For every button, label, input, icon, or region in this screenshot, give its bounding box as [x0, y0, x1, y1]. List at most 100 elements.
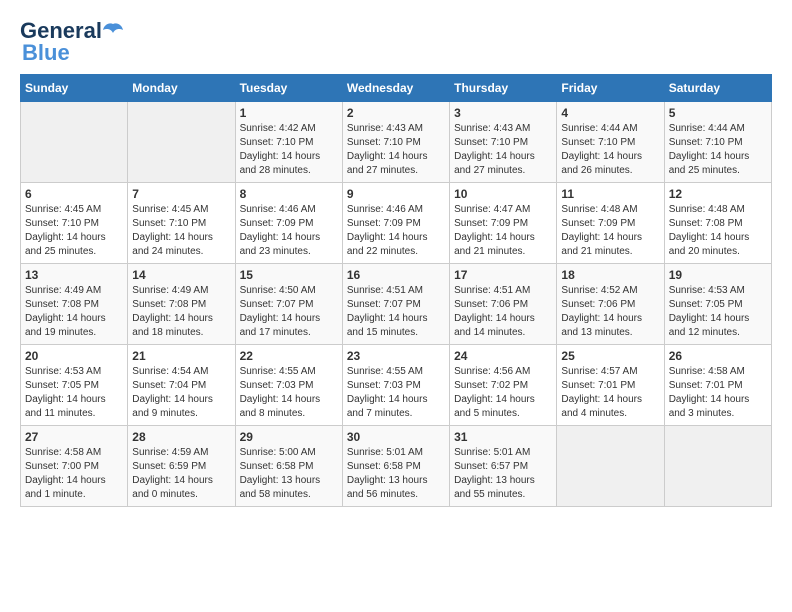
- calendar-week-3: 13Sunrise: 4:49 AM Sunset: 7:08 PM Dayli…: [21, 264, 772, 345]
- day-info: Sunrise: 4:44 AM Sunset: 7:10 PM Dayligh…: [669, 122, 767, 178]
- day-info: Sunrise: 4:57 AM Sunset: 7:01 PM Dayligh…: [561, 365, 659, 421]
- calendar-cell: 29 Sunrise: 5:00 AM Sunset: 6:58 PM Dayli…: [235, 426, 342, 507]
- calendar-cell: 20 Sunrise: 4:53 AM Sunset: 7:05 PM Dayli…: [21, 345, 128, 426]
- day-number: 17: [454, 268, 552, 282]
- calendar-cell: 6 Sunrise: 4:45 AM Sunset: 7:10 PM Daylig…: [21, 183, 128, 264]
- day-info: Sunrise: 4:58 AM Sunset: 7:00 PM Dayligh…: [25, 446, 123, 502]
- day-info: Sunrise: 4:49 AM Sunset: 7:08 PM Dayligh…: [132, 284, 230, 340]
- day-number: 30: [347, 430, 445, 444]
- calendar-cell: 7 Sunrise: 4:45 AM Sunset: 7:10 PM Daylig…: [128, 183, 235, 264]
- day-info: Sunrise: 4:46 AM Sunset: 7:09 PM Dayligh…: [347, 203, 445, 259]
- calendar-cell: 22 Sunrise: 4:55 AM Sunset: 7:03 PM Dayli…: [235, 345, 342, 426]
- day-number: 3: [454, 106, 552, 120]
- day-info: Sunrise: 4:55 AM Sunset: 7:03 PM Dayligh…: [240, 365, 338, 421]
- calendar-cell: 24 Sunrise: 4:56 AM Sunset: 7:02 PM Dayli…: [450, 345, 557, 426]
- calendar-cell: 15 Sunrise: 4:50 AM Sunset: 7:07 PM Dayli…: [235, 264, 342, 345]
- day-info: Sunrise: 5:01 AM Sunset: 6:58 PM Dayligh…: [347, 446, 445, 502]
- header-tuesday: Tuesday: [235, 75, 342, 102]
- calendar-cell: 4 Sunrise: 4:44 AM Sunset: 7:10 PM Daylig…: [557, 102, 664, 183]
- calendar-table: SundayMondayTuesdayWednesdayThursdayFrid…: [20, 74, 772, 507]
- calendar-cell: 2 Sunrise: 4:43 AM Sunset: 7:10 PM Daylig…: [342, 102, 449, 183]
- day-info: Sunrise: 4:50 AM Sunset: 7:07 PM Dayligh…: [240, 284, 338, 340]
- calendar-cell: [557, 426, 664, 507]
- day-info: Sunrise: 5:00 AM Sunset: 6:58 PM Dayligh…: [240, 446, 338, 502]
- calendar-cell: 27 Sunrise: 4:58 AM Sunset: 7:00 PM Dayli…: [21, 426, 128, 507]
- header-wednesday: Wednesday: [342, 75, 449, 102]
- day-number: 16: [347, 268, 445, 282]
- day-number: 23: [347, 349, 445, 363]
- calendar-cell: 3 Sunrise: 4:43 AM Sunset: 7:10 PM Daylig…: [450, 102, 557, 183]
- day-number: 24: [454, 349, 552, 363]
- logo-bird-icon: [102, 22, 124, 40]
- day-number: 12: [669, 187, 767, 201]
- day-number: 15: [240, 268, 338, 282]
- header-monday: Monday: [128, 75, 235, 102]
- day-number: 20: [25, 349, 123, 363]
- calendar-cell: [128, 102, 235, 183]
- day-info: Sunrise: 4:53 AM Sunset: 7:05 PM Dayligh…: [669, 284, 767, 340]
- day-info: Sunrise: 4:53 AM Sunset: 7:05 PM Dayligh…: [25, 365, 123, 421]
- calendar-cell: [21, 102, 128, 183]
- day-info: Sunrise: 4:56 AM Sunset: 7:02 PM Dayligh…: [454, 365, 552, 421]
- day-number: 25: [561, 349, 659, 363]
- page-header: GeneralBlue: [20, 20, 772, 64]
- calendar-week-4: 20 Sunrise: 4:53 AM Sunset: 7:05 PM Dayli…: [21, 345, 772, 426]
- day-number: 18: [561, 268, 659, 282]
- day-number: 7: [132, 187, 230, 201]
- day-number: 31: [454, 430, 552, 444]
- calendar-cell: 31Sunrise: 5:01 AM Sunset: 6:57 PM Dayli…: [450, 426, 557, 507]
- calendar-header-row: SundayMondayTuesdayWednesdayThursdayFrid…: [21, 75, 772, 102]
- calendar-cell: 23 Sunrise: 4:55 AM Sunset: 7:03 PM Dayli…: [342, 345, 449, 426]
- calendar-cell: 5Sunrise: 4:44 AM Sunset: 7:10 PM Daylig…: [664, 102, 771, 183]
- calendar-week-5: 27 Sunrise: 4:58 AM Sunset: 7:00 PM Dayli…: [21, 426, 772, 507]
- calendar-cell: 30 Sunrise: 5:01 AM Sunset: 6:58 PM Dayli…: [342, 426, 449, 507]
- day-info: Sunrise: 4:42 AM Sunset: 7:10 PM Dayligh…: [240, 122, 338, 178]
- day-number: 10: [454, 187, 552, 201]
- day-number: 6: [25, 187, 123, 201]
- day-info: Sunrise: 4:46 AM Sunset: 7:09 PM Dayligh…: [240, 203, 338, 259]
- day-number: 11: [561, 187, 659, 201]
- calendar-cell: 16 Sunrise: 4:51 AM Sunset: 7:07 PM Dayli…: [342, 264, 449, 345]
- calendar-cell: 12 Sunrise: 4:48 AM Sunset: 7:08 PM Dayli…: [664, 183, 771, 264]
- day-number: 29: [240, 430, 338, 444]
- calendar-cell: 8 Sunrise: 4:46 AM Sunset: 7:09 PM Daylig…: [235, 183, 342, 264]
- day-number: 27: [25, 430, 123, 444]
- day-info: Sunrise: 4:55 AM Sunset: 7:03 PM Dayligh…: [347, 365, 445, 421]
- header-sunday: Sunday: [21, 75, 128, 102]
- day-info: Sunrise: 4:51 AM Sunset: 7:07 PM Dayligh…: [347, 284, 445, 340]
- day-info: Sunrise: 4:45 AM Sunset: 7:10 PM Dayligh…: [132, 203, 230, 259]
- day-info: Sunrise: 4:44 AM Sunset: 7:10 PM Dayligh…: [561, 122, 659, 178]
- calendar-cell: 13Sunrise: 4:49 AM Sunset: 7:08 PM Dayli…: [21, 264, 128, 345]
- day-info: Sunrise: 4:49 AM Sunset: 7:08 PM Dayligh…: [25, 284, 123, 340]
- day-info: Sunrise: 4:48 AM Sunset: 7:09 PM Dayligh…: [561, 203, 659, 259]
- day-info: Sunrise: 4:47 AM Sunset: 7:09 PM Dayligh…: [454, 203, 552, 259]
- calendar-cell: [664, 426, 771, 507]
- day-info: Sunrise: 4:45 AM Sunset: 7:10 PM Dayligh…: [25, 203, 123, 259]
- day-info: Sunrise: 4:43 AM Sunset: 7:10 PM Dayligh…: [454, 122, 552, 178]
- calendar-week-1: 1 Sunrise: 4:42 AM Sunset: 7:10 PM Daylig…: [21, 102, 772, 183]
- calendar-cell: 18Sunrise: 4:52 AM Sunset: 7:06 PM Dayli…: [557, 264, 664, 345]
- day-number: 22: [240, 349, 338, 363]
- logo-blue-label: Blue: [22, 42, 70, 64]
- day-number: 1: [240, 106, 338, 120]
- calendar-cell: 9Sunrise: 4:46 AM Sunset: 7:09 PM Daylig…: [342, 183, 449, 264]
- day-number: 8: [240, 187, 338, 201]
- day-info: Sunrise: 4:59 AM Sunset: 6:59 PM Dayligh…: [132, 446, 230, 502]
- day-info: Sunrise: 4:54 AM Sunset: 7:04 PM Dayligh…: [132, 365, 230, 421]
- day-info: Sunrise: 4:48 AM Sunset: 7:08 PM Dayligh…: [669, 203, 767, 259]
- day-info: Sunrise: 4:51 AM Sunset: 7:06 PM Dayligh…: [454, 284, 552, 340]
- day-info: Sunrise: 4:43 AM Sunset: 7:10 PM Dayligh…: [347, 122, 445, 178]
- day-number: 19: [669, 268, 767, 282]
- calendar-cell: 1 Sunrise: 4:42 AM Sunset: 7:10 PM Daylig…: [235, 102, 342, 183]
- calendar-cell: 11 Sunrise: 4:48 AM Sunset: 7:09 PM Dayli…: [557, 183, 664, 264]
- calendar-cell: 14 Sunrise: 4:49 AM Sunset: 7:08 PM Dayli…: [128, 264, 235, 345]
- header-friday: Friday: [557, 75, 664, 102]
- day-number: 26: [669, 349, 767, 363]
- day-number: 4: [561, 106, 659, 120]
- calendar-cell: 10 Sunrise: 4:47 AM Sunset: 7:09 PM Dayli…: [450, 183, 557, 264]
- logo: GeneralBlue: [20, 20, 124, 64]
- header-saturday: Saturday: [664, 75, 771, 102]
- logo-general-text: General: [20, 20, 102, 42]
- day-number: 2: [347, 106, 445, 120]
- day-number: 14: [132, 268, 230, 282]
